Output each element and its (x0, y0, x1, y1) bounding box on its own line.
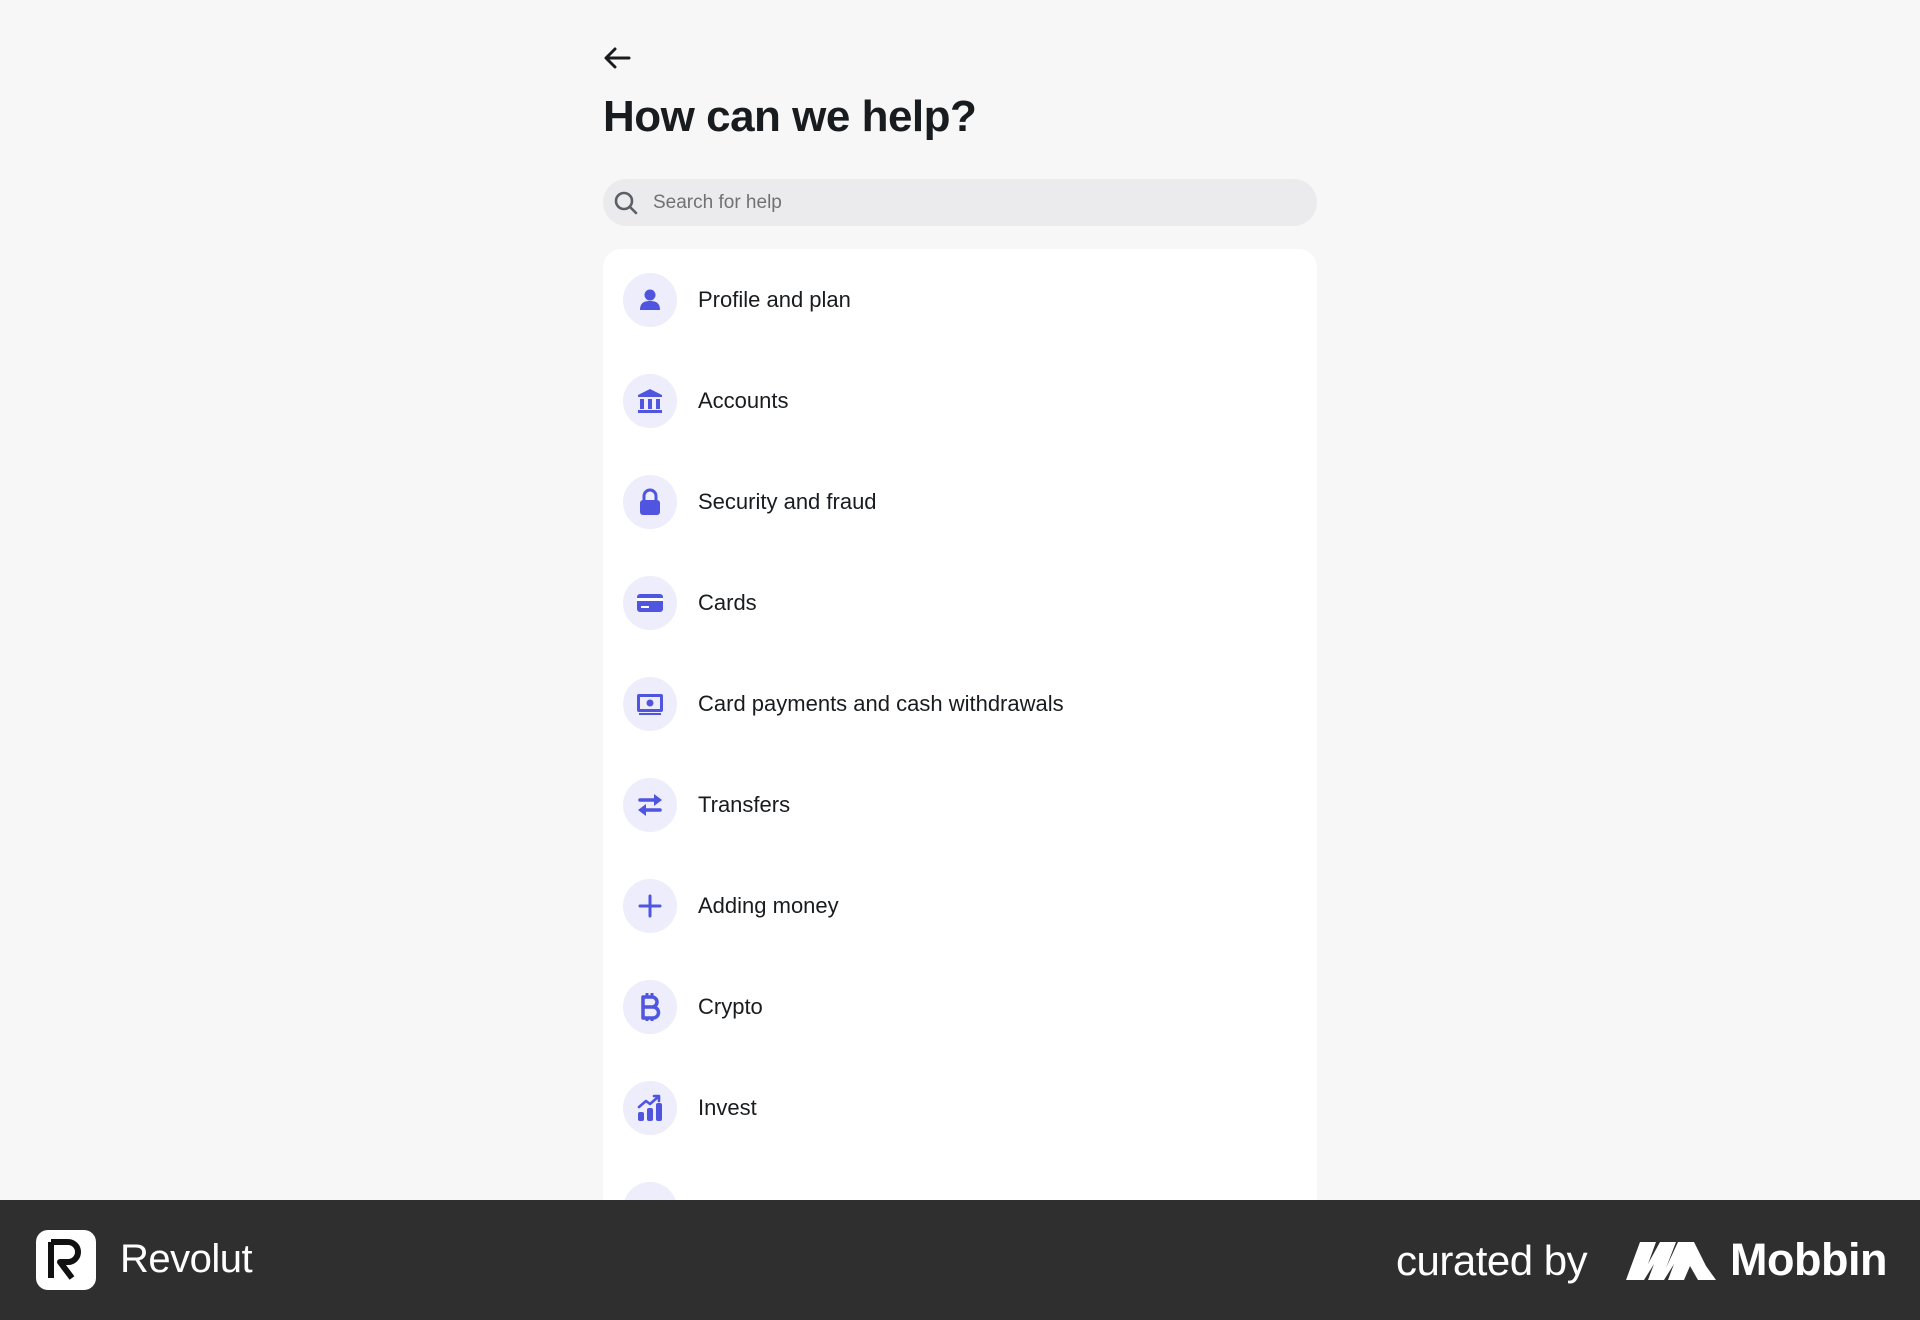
help-topic-label: Invest (698, 1094, 757, 1120)
help-topic-security-and-fraud[interactable]: Security and fraud (603, 451, 1317, 552)
help-topic-label: Profile and plan (698, 286, 851, 312)
search-bar[interactable] (603, 179, 1317, 226)
help-topic-adding-money[interactable]: Adding money (603, 855, 1317, 956)
help-topic-crypto[interactable]: Crypto (603, 956, 1317, 1057)
help-topic-label: Card payments and cash withdrawals (698, 690, 1064, 716)
help-center-page: How can we help? Profile and plan (0, 0, 1920, 1200)
help-topic-transfers[interactable]: Transfers (603, 754, 1317, 855)
back-button[interactable] (603, 40, 639, 76)
help-topic-profile-and-plan[interactable]: Profile and plan (603, 249, 1317, 350)
page-title: How can we help? (603, 92, 977, 141)
brand-name: Revolut (120, 1237, 253, 1281)
revolut-logo (36, 1230, 96, 1290)
credit-card-icon (623, 575, 677, 630)
curated-by-text: curated by (1396, 1237, 1588, 1284)
help-topic-card-payments-and-cash-withdrawals[interactable]: Card payments and cash withdrawals (603, 653, 1317, 754)
attribution-footer: Revolut curated by Mobbin (0, 1200, 1920, 1320)
help-topic-partial[interactable] (603, 1158, 1317, 1200)
bitcoin-icon (623, 979, 677, 1034)
help-topic-accounts[interactable]: Accounts (603, 350, 1317, 451)
person-icon (623, 272, 677, 327)
help-topic-label: Crypto (698, 993, 763, 1019)
curator-name: Mobbin (1730, 1234, 1887, 1285)
arrow-left-icon (604, 47, 631, 69)
invest-chart-icon (623, 1080, 677, 1135)
lock-icon (623, 474, 677, 529)
help-topic-label: Accounts (698, 387, 789, 413)
bank-icon (623, 373, 677, 428)
help-topic-label: Transfers (698, 791, 791, 817)
plus-icon (623, 878, 677, 933)
search-input[interactable] (651, 181, 1295, 224)
partially-visible-icon (623, 1181, 677, 1200)
help-topic-label: Cards (698, 589, 757, 615)
search-icon (613, 190, 639, 216)
transfer-arrows-icon (623, 777, 677, 832)
help-topic-invest[interactable]: Invest (603, 1057, 1317, 1158)
help-topic-cards[interactable]: Cards (603, 552, 1317, 653)
mobbin-logo-icon (1626, 1242, 1716, 1280)
cash-icon (623, 676, 677, 731)
help-topic-label: Adding money (698, 892, 839, 918)
help-topic-label: Security and fraud (698, 488, 877, 514)
help-topics-list: Profile and plan Accounts Security and f… (603, 249, 1317, 1200)
